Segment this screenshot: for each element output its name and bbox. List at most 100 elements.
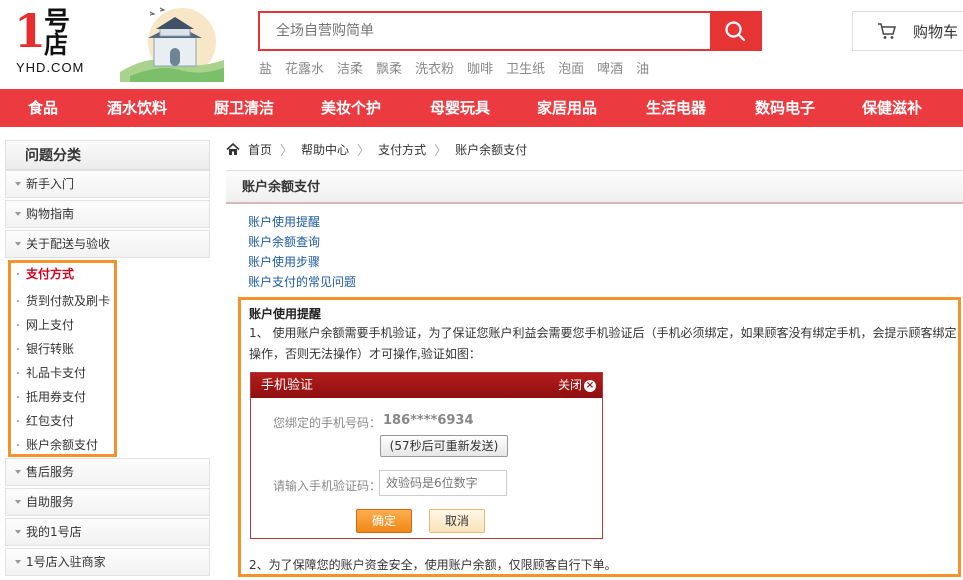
phone-verify-dialog: 手机验证 关闭 × 您绑定的手机号码： 186****6934 (57秒后可重新… (250, 372, 603, 539)
dialog-close-label: 关闭 (557, 378, 582, 392)
hotword-link[interactable]: 飘柔 (376, 60, 402, 80)
hotword-link[interactable]: 泡面 (558, 60, 584, 80)
home-icon (226, 142, 240, 155)
category-nav: 食品 酒水饮料 厨卫清洁 美妆个护 母婴玩具 家居用品 生活电器 数码电子 保健… (0, 89, 963, 127)
phone-value: 186****6934 (383, 413, 474, 428)
chevron-down-icon (15, 530, 21, 534)
sidebar-item-delivery[interactable]: 关于配送与验收 (5, 230, 210, 258)
sidebar-item-shopping-guide[interactable]: 购物指南 (5, 200, 210, 228)
nav-item-appliances[interactable]: 生活电器 (646, 89, 706, 127)
bullet-icon (17, 273, 19, 275)
paragraph-security: 2、为了保障您的账户资金安全，使用账户余额，仅限顾客自行下单。 (249, 558, 617, 572)
chevron-down-icon (15, 560, 21, 564)
chevron-right-icon: 〉 (357, 143, 371, 159)
payment-sub-list: 支付方式 货到付款及刷卡 网上支付 银行转账 礼品卡支付 抵用券支付 红包支付 … (5, 260, 210, 458)
page-header: 账户余额支付 (226, 170, 963, 204)
help-sidebar: 问题分类 新手入门 购物指南 关于配送与验收 支付方式 货到付款及刷卡 网上支付… (5, 140, 210, 580)
sidebar-subitem-cod[interactable]: 货到付款及刷卡 (26, 292, 110, 310)
nav-item-health[interactable]: 保健滋补 (862, 89, 922, 127)
sidebar-item-label: 我的1号店 (26, 525, 82, 539)
nav-item-beauty[interactable]: 美妆个护 (321, 89, 381, 127)
site-header: 1 号 店 YHD.COM 盐 花露水 洁柔 飘柔 洗衣粉 咖啡 卫生纸 泡面 (0, 0, 963, 89)
nav-item-drinks[interactable]: 酒水饮料 (107, 89, 167, 127)
chevron-right-icon: 〉 (434, 143, 448, 159)
hotword-link[interactable]: 洁柔 (337, 60, 363, 80)
hotword-link[interactable]: 盐 (259, 60, 272, 80)
resend-code-button[interactable]: (57秒后可重新发送) (380, 435, 508, 457)
hot-search-words: 盐 花露水 洁柔 飘柔 洗衣粉 咖啡 卫生纸 泡面 啤酒 油 (259, 60, 662, 80)
bullet-icon (17, 372, 19, 374)
hotword-link[interactable]: 花露水 (285, 60, 324, 80)
bullet-icon (17, 444, 19, 446)
link-balance-query[interactable]: 账户余额查询 (248, 232, 356, 252)
verification-code-input[interactable] (379, 470, 507, 496)
cancel-button[interactable]: 取消 (429, 509, 485, 533)
sidebar-subitem-coupon[interactable]: 抵用券支付 (26, 388, 86, 406)
sidebar-title: 问题分类 (5, 140, 210, 170)
hotword-link[interactable]: 啤酒 (597, 60, 623, 80)
city-gate-banner-icon (120, 7, 224, 82)
sidebar-item-selfservice[interactable]: 自助服务 (5, 488, 210, 516)
dialog-title: 手机验证 (261, 378, 314, 393)
sidebar-subitem-online[interactable]: 网上支付 (26, 316, 74, 334)
chevron-down-icon (15, 182, 21, 186)
breadcrumb-help-center[interactable]: 帮助中心 (301, 141, 349, 158)
sidebar-item-aftersale[interactable]: 售后服务 (5, 458, 210, 486)
link-usage-steps[interactable]: 账户使用步骤 (248, 252, 356, 272)
chevron-down-icon (15, 212, 21, 216)
bullet-icon (17, 300, 19, 302)
logo-dian: 店 (44, 31, 68, 59)
sidebar-subitem-bank[interactable]: 银行转账 (26, 340, 74, 358)
chevron-down-icon (15, 242, 21, 246)
sidebar-item-newbie[interactable]: 新手入门 (5, 170, 210, 198)
chevron-down-icon (15, 470, 21, 474)
sidebar-subitem-balance[interactable]: 账户余额支付 (26, 436, 98, 454)
sidebar-subitem-giftcard[interactable]: 礼品卡支付 (26, 364, 86, 382)
sidebar-subitem-payment[interactable]: 支付方式 (26, 265, 74, 283)
link-usage-reminder[interactable]: 账户使用提醒 (248, 212, 356, 232)
hotword-link[interactable]: 洗衣粉 (415, 60, 454, 80)
sidebar-subitem-redpacket[interactable]: 红包支付 (26, 412, 74, 430)
hotword-link[interactable]: 咖啡 (467, 60, 493, 80)
nav-item-digital[interactable]: 数码电子 (755, 89, 815, 127)
section-heading: 账户使用提醒 (249, 307, 322, 321)
sidebar-item-label: 新手入门 (26, 177, 75, 191)
sidebar-item-label: 关于配送与验收 (26, 237, 111, 251)
bullet-icon (17, 396, 19, 398)
cart-button[interactable]: 购物车 (852, 11, 963, 51)
nav-item-home[interactable]: 家居用品 (537, 89, 597, 127)
link-faq[interactable]: 账户支付的常见问题 (248, 272, 356, 292)
search-button[interactable] (710, 13, 760, 49)
dialog-header: 手机验证 关闭 × (251, 373, 602, 398)
breadcrumb-current: 账户余额支付 (455, 142, 528, 157)
sidebar-item-label: 1号店入驻商家 (26, 555, 106, 569)
bullet-icon (17, 324, 19, 326)
sidebar-item-myyhd[interactable]: 我的1号店 (5, 518, 210, 546)
breadcrumb-home[interactable]: 首页 (248, 141, 272, 158)
code-label: 请输入手机验证码： (273, 479, 382, 493)
breadcrumb-payment[interactable]: 支付方式 (378, 141, 426, 158)
search-icon (725, 21, 746, 42)
sidebar-item-merchants[interactable]: 1号店入驻商家 (5, 548, 210, 576)
hotword-link[interactable]: 油 (636, 60, 649, 80)
sidebar-item-label: 购物指南 (26, 207, 75, 221)
search-bar (258, 11, 762, 51)
confirm-button[interactable]: 确定 (356, 509, 412, 533)
logo-text: YHD.COM (16, 60, 85, 75)
chevron-right-icon: 〉 (280, 143, 294, 159)
logo-number: 1 (14, 4, 47, 58)
yhd-logo[interactable]: 1 号 店 YHD.COM (14, 4, 96, 82)
dialog-close-button[interactable]: 关闭 × (558, 373, 596, 398)
highlight-box-content: 账户使用提醒 1、 使用账户余额需要手机验证，为了保证您账户利益会需要您手机验证… (238, 297, 961, 577)
nav-item-baby[interactable]: 母婴玩具 (430, 89, 490, 127)
bullet-icon (17, 420, 19, 422)
paragraph-verification: 1、 使用账户余额需要手机验证，为了保证您账户利益会需要您手机验证后（手机必须绑… (249, 326, 957, 361)
nav-item-food[interactable]: 食品 (28, 89, 58, 127)
close-icon: × (584, 379, 596, 392)
page-title: 账户余额支付 (242, 180, 321, 195)
hotword-link[interactable]: 卫生纸 (506, 60, 545, 80)
cart-icon (878, 23, 896, 39)
nav-item-cleaning[interactable]: 厨卫清洁 (214, 89, 274, 127)
sidebar-item-label: 售后服务 (26, 465, 75, 479)
search-input[interactable] (260, 13, 710, 49)
